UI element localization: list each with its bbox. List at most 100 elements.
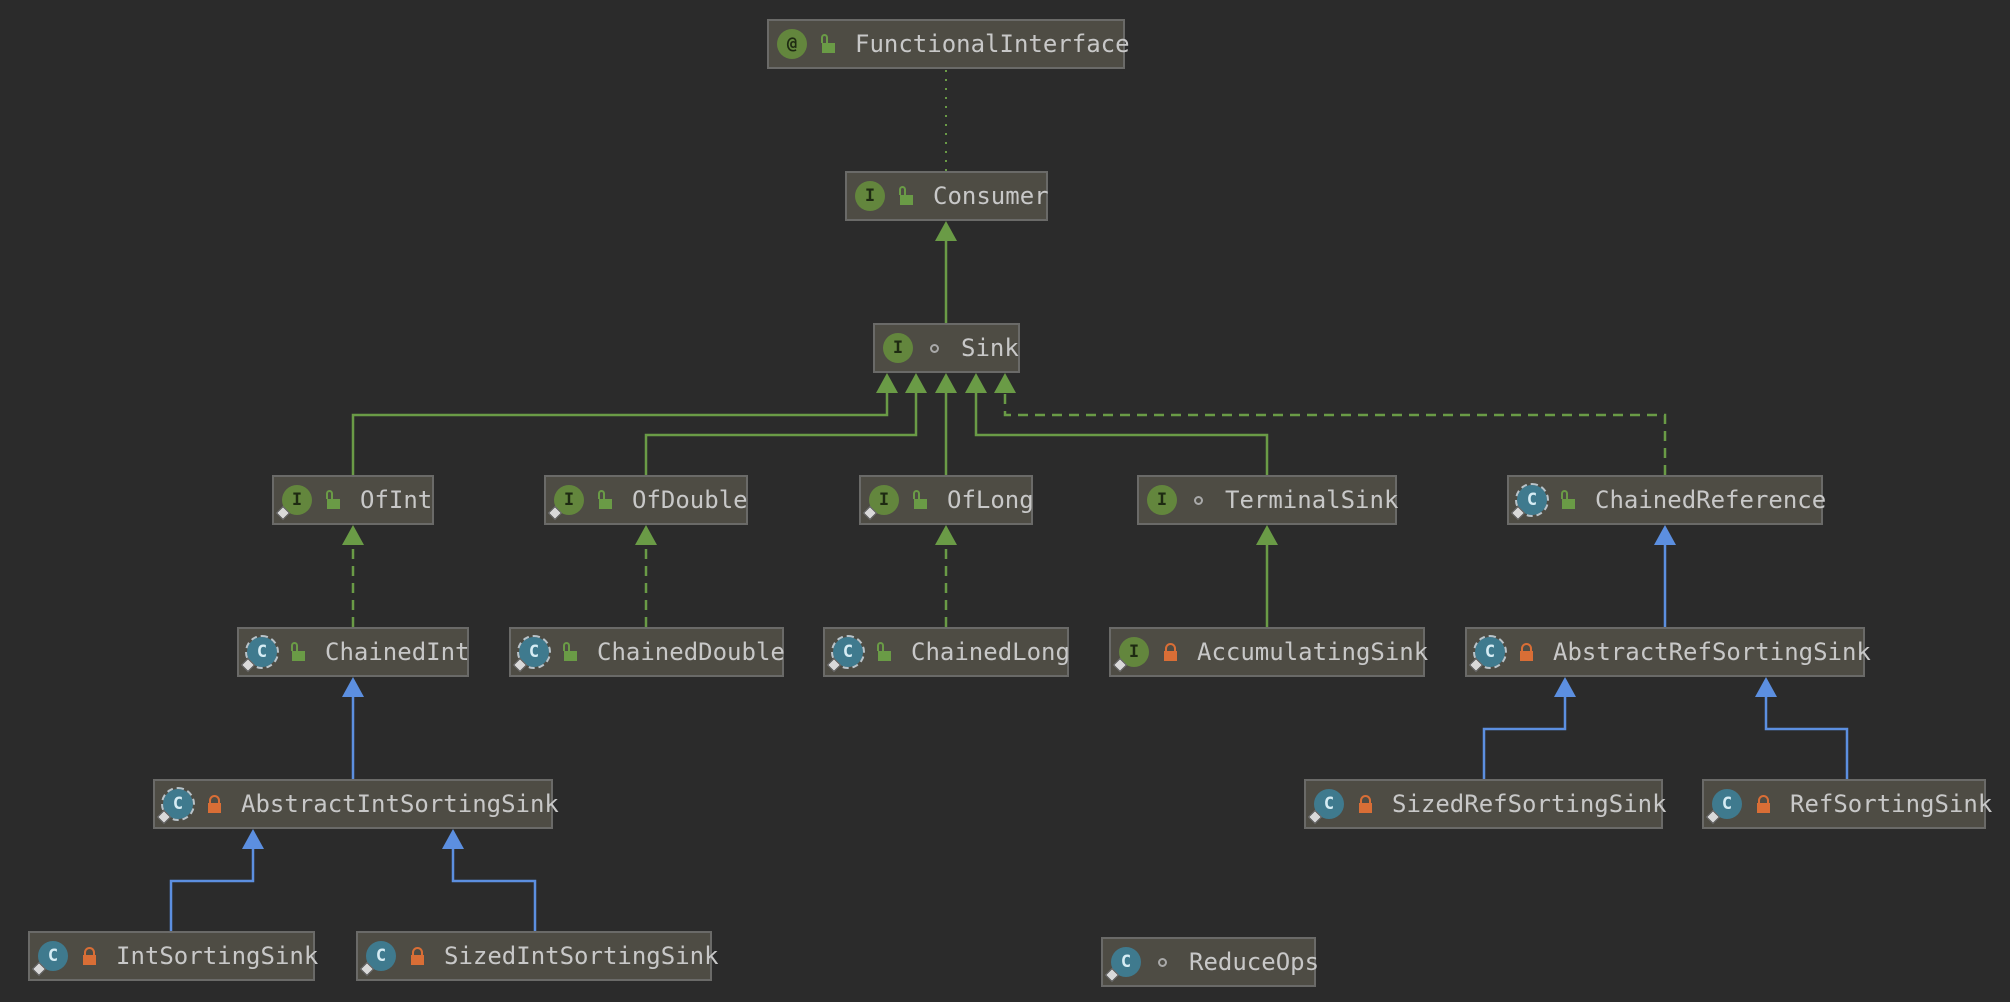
visibility-package xyxy=(923,343,945,353)
edge-arrowhead xyxy=(994,373,1016,393)
pin-icon xyxy=(156,809,172,825)
visibility-private xyxy=(406,947,428,965)
edge-AbstractRefSortingSink-to-ChainedReference xyxy=(1654,525,1676,627)
edge-arrowhead xyxy=(1554,677,1576,697)
edge-arrowhead xyxy=(935,373,957,393)
edge-arrowhead xyxy=(905,373,927,393)
closed-lock-icon xyxy=(1163,643,1177,661)
node-abstract-ref-sorting-sink[interactable]: C AbstractRefSortingSink xyxy=(1465,627,1871,677)
kind-letter: C xyxy=(528,642,540,662)
node-accumulating-sink[interactable]: I AccumulatingSink xyxy=(1109,627,1428,677)
node-label: RefSortingSink xyxy=(1790,790,1993,818)
edge-line xyxy=(169,849,255,931)
kind-letter: I xyxy=(892,338,904,358)
open-lock-icon xyxy=(562,642,577,661)
interface-icon: I xyxy=(275,485,312,521)
node-functional-interface[interactable]: @ FunctionalInterface xyxy=(767,19,1130,69)
node-abstract-int-sorting-sink[interactable]: C AbstractIntSortingSink xyxy=(153,779,559,829)
node-reduce-ops[interactable]: C ReduceOps xyxy=(1101,937,1319,987)
kind-letter: C xyxy=(375,946,387,966)
package-private-icon xyxy=(1193,495,1203,505)
visibility-public xyxy=(895,186,917,205)
node-label: ChainedDouble xyxy=(597,638,785,666)
edge-arrowhead xyxy=(876,373,898,393)
node-of-double[interactable]: I OfDouble xyxy=(544,475,748,525)
open-lock-icon xyxy=(898,186,913,205)
edge-line xyxy=(1764,697,1849,779)
visibility-private xyxy=(1752,795,1774,813)
kind-letter: I xyxy=(878,490,890,510)
edge-AccumulatingSink-to-TerminalSink xyxy=(1256,525,1278,627)
node-chained-int[interactable]: C ChainedInt xyxy=(237,627,470,677)
pin-icon xyxy=(31,961,47,977)
interface-icon: I xyxy=(862,485,899,521)
node-label: FunctionalInterface xyxy=(855,30,1130,58)
node-chained-double[interactable]: C ChainedDouble xyxy=(509,627,785,677)
node-consumer[interactable]: I Consumer xyxy=(845,171,1049,221)
edge-line xyxy=(1482,697,1567,779)
pin-icon xyxy=(1510,505,1526,521)
edge-arrowhead xyxy=(442,829,464,849)
node-of-long[interactable]: I OfLong xyxy=(859,475,1034,525)
kind-letter: I xyxy=(864,186,876,206)
class-abstract-icon: C xyxy=(156,787,195,825)
node-ref-sorting-sink[interactable]: C RefSortingSink xyxy=(1702,779,1992,829)
edge-arrowhead xyxy=(242,829,264,849)
open-lock-icon xyxy=(597,490,612,509)
node-terminal-sink[interactable]: I TerminalSink xyxy=(1137,475,1398,525)
node-sink[interactable]: I Sink xyxy=(873,323,1020,373)
pin-icon xyxy=(1705,809,1721,825)
class-icon: C xyxy=(359,941,396,977)
edge-arrowhead xyxy=(1256,525,1278,545)
pin-icon xyxy=(359,961,375,977)
edge-RefSortingSink-to-AbstractRefSortingSink xyxy=(1755,677,1849,779)
node-chained-reference[interactable]: C ChainedReference xyxy=(1507,475,1826,525)
closed-lock-icon xyxy=(207,795,221,813)
edge-OfInt-to-Sink xyxy=(351,373,898,475)
class-icon: C xyxy=(1705,789,1742,825)
visibility-public xyxy=(1557,490,1579,509)
open-lock-icon xyxy=(290,642,305,661)
edge-arrowhead xyxy=(635,525,657,545)
visibility-private xyxy=(203,795,225,813)
node-label: SizedRefSortingSink xyxy=(1392,790,1667,818)
node-label: AbstractIntSortingSink xyxy=(241,790,559,818)
visibility-public xyxy=(873,642,895,661)
pin-icon xyxy=(1104,967,1120,983)
class-icon: C xyxy=(1104,947,1141,983)
node-label: OfDouble xyxy=(632,486,748,514)
closed-lock-icon xyxy=(1358,795,1372,813)
kind-letter: C xyxy=(1323,794,1335,814)
visibility-public xyxy=(909,490,931,509)
node-label: AbstractRefSortingSink xyxy=(1553,638,1871,666)
node-chained-long[interactable]: C ChainedLong xyxy=(823,627,1070,677)
kind-letter: I xyxy=(1156,490,1168,510)
edge-arrowhead xyxy=(1654,525,1676,545)
interface-icon: I xyxy=(547,485,584,521)
edge-line xyxy=(974,393,1269,475)
node-of-int[interactable]: I OfInt xyxy=(272,475,434,525)
edge-ChainedInt-to-OfInt xyxy=(342,525,364,627)
edge-ChainedLong-to-OfLong xyxy=(935,525,957,627)
class-abstract-icon: C xyxy=(240,635,279,673)
pin-icon xyxy=(1112,657,1128,673)
interface-icon: I xyxy=(1112,637,1149,673)
node-int-sorting-sink[interactable]: C IntSortingSink xyxy=(28,931,319,981)
edge-arrowhead xyxy=(935,221,957,241)
node-label: IntSortingSink xyxy=(116,942,319,970)
kind-letter: C xyxy=(842,642,854,662)
node-label: ChainedInt xyxy=(325,638,470,666)
edge-line xyxy=(451,849,537,931)
edge-arrowhead xyxy=(342,677,364,697)
visibility-private xyxy=(78,947,100,965)
kind-letter: C xyxy=(256,642,268,662)
kind-letter: C xyxy=(1526,490,1538,510)
edge-ChainedReference-to-Sink xyxy=(994,373,1667,475)
node-sized-ref-sorting-sink[interactable]: C SizedRefSortingSink xyxy=(1304,779,1667,829)
open-lock-icon xyxy=(325,490,340,509)
pin-icon xyxy=(826,657,842,673)
class-abstract-icon: C xyxy=(826,635,865,673)
open-lock-icon xyxy=(820,34,835,53)
kind-letter: C xyxy=(1484,642,1496,662)
node-sized-int-sorting-sink[interactable]: C SizedIntSortingSink xyxy=(356,931,719,981)
